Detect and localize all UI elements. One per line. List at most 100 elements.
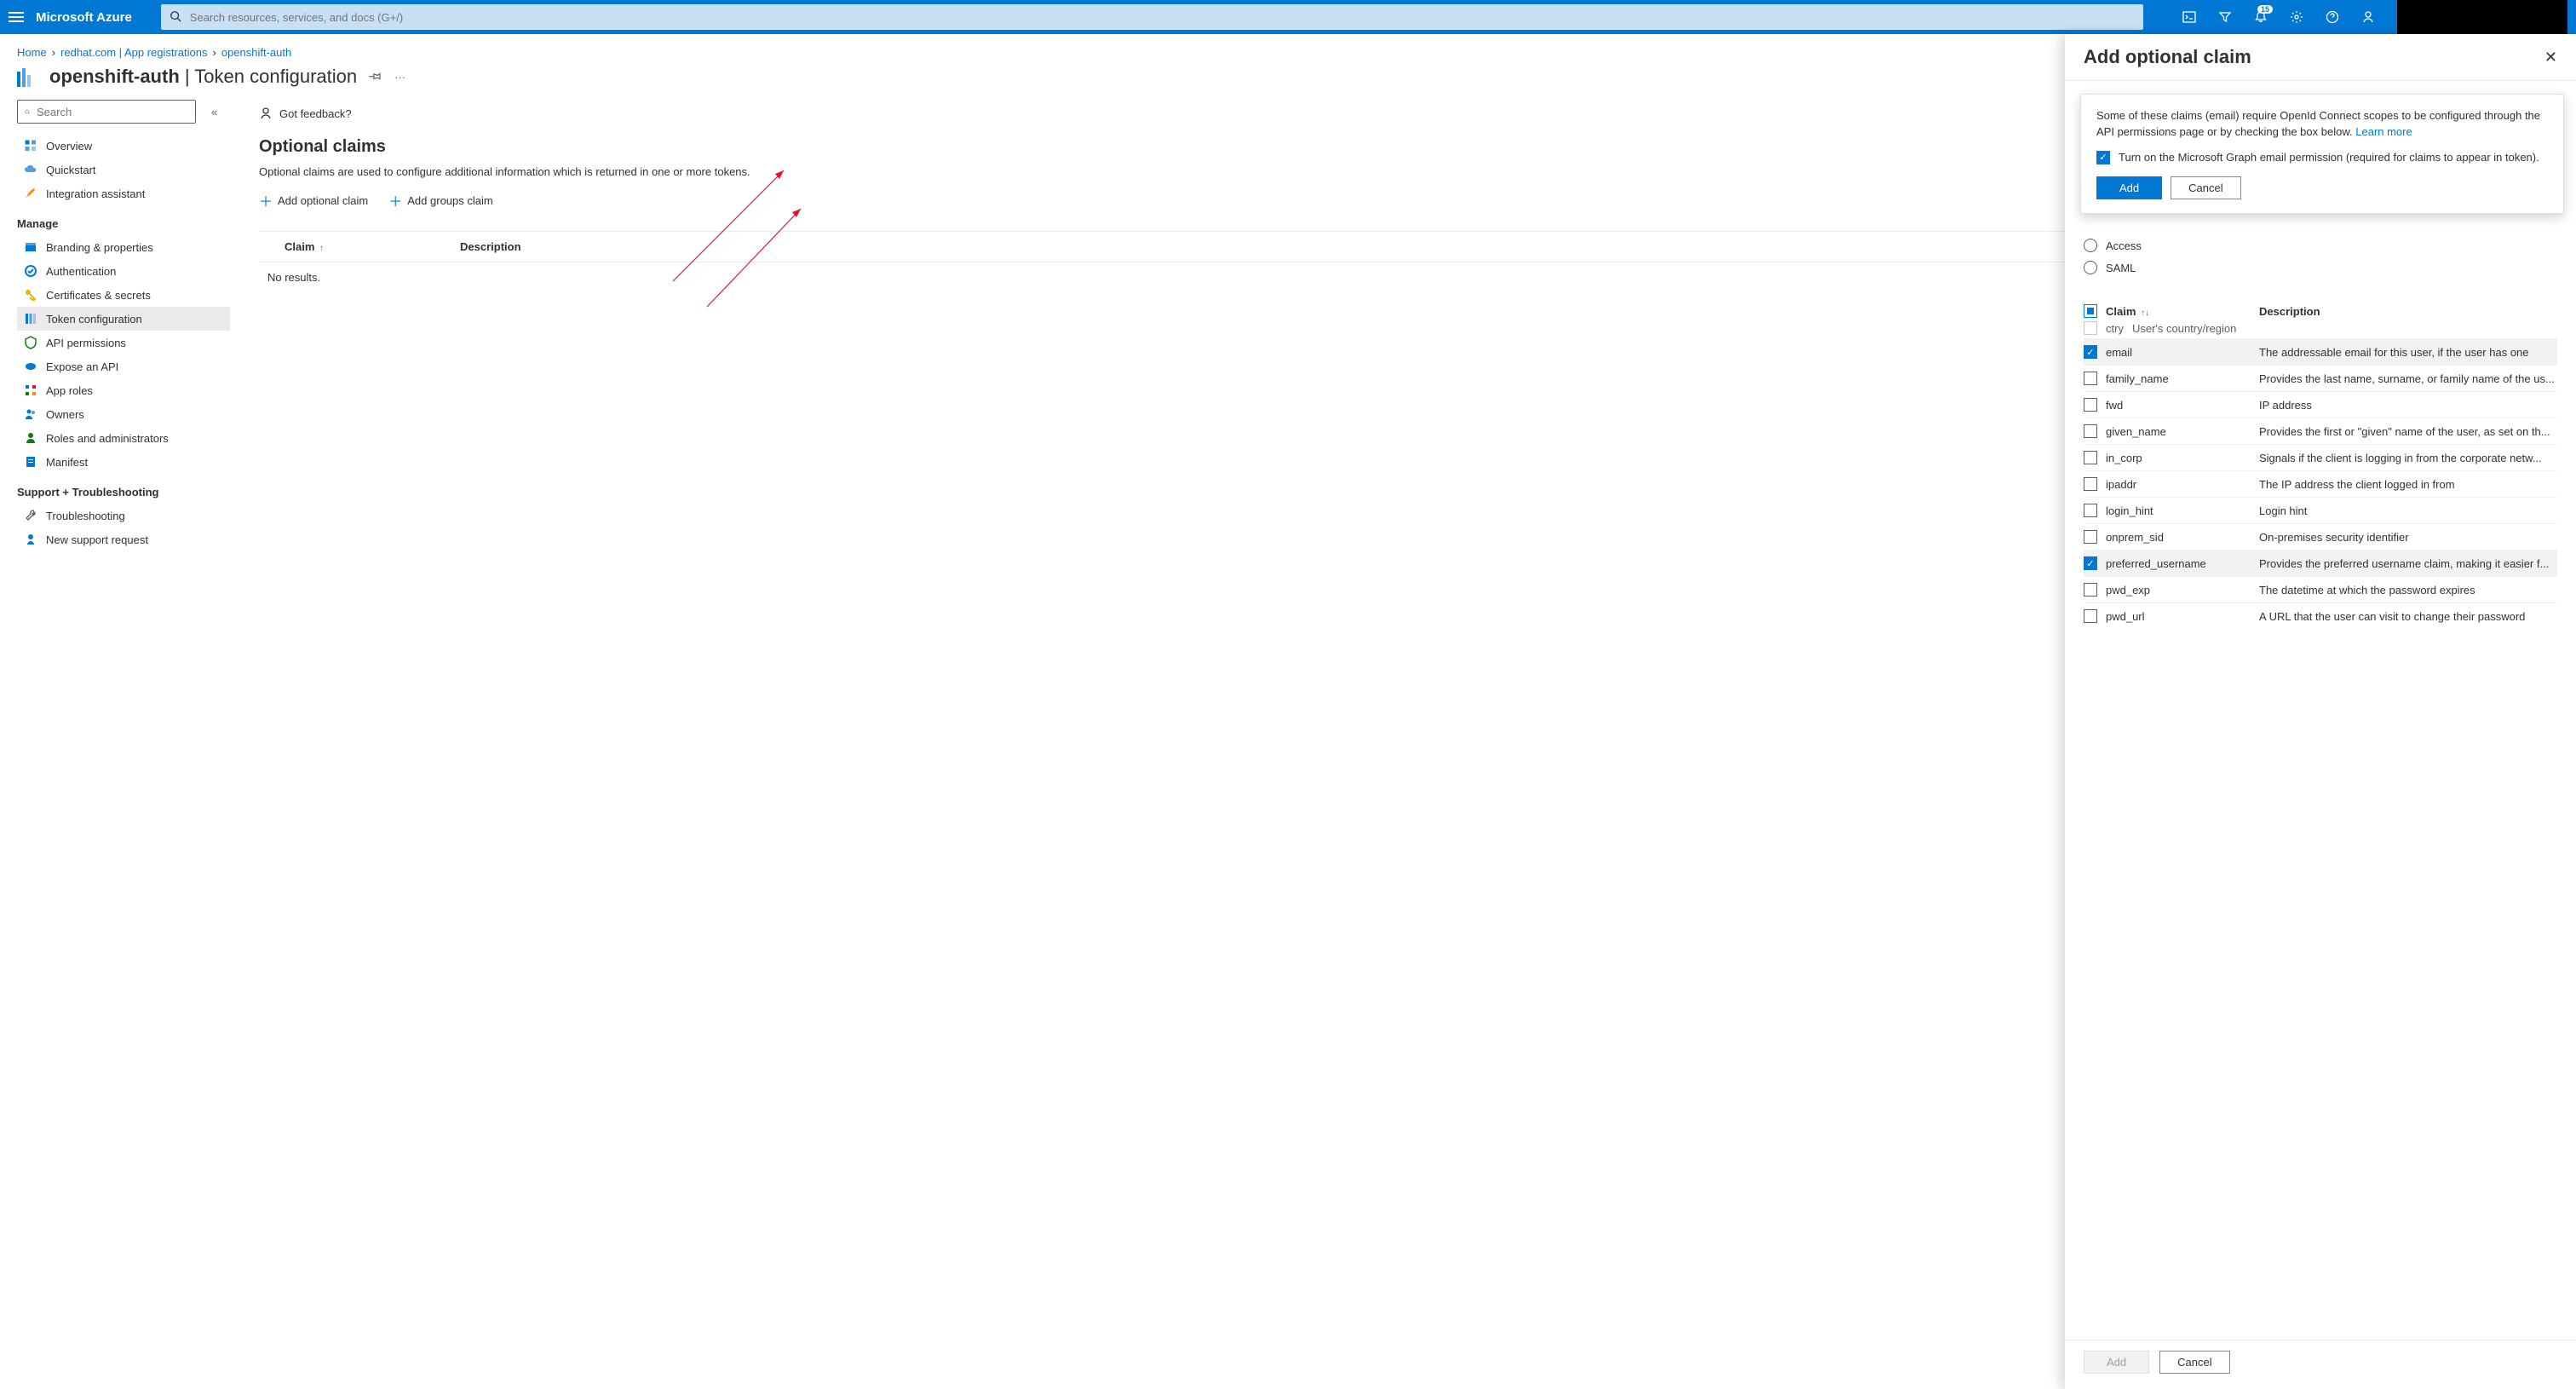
nav-overview[interactable]: Overview — [17, 134, 230, 158]
wrench-icon — [24, 509, 37, 522]
col-description[interactable]: Description — [2259, 305, 2320, 318]
sort-icon: ↑↓ — [2141, 308, 2149, 318]
col-description[interactable]: Description — [460, 240, 521, 253]
callout-cancel-button[interactable]: Cancel — [2171, 176, 2240, 199]
roles-icon — [24, 383, 37, 397]
claim-checkbox[interactable] — [2084, 424, 2097, 438]
claim-checkbox[interactable] — [2084, 583, 2097, 597]
add-groups-claim-button[interactable]: ＋Add groups claim — [388, 190, 492, 210]
footer-cancel-button[interactable]: Cancel — [2159, 1351, 2229, 1374]
claim-row[interactable]: ✓preferred_usernameProvides the preferre… — [2084, 550, 2557, 576]
select-all-checkbox[interactable] — [2084, 304, 2097, 318]
claim-desc: A URL that the user can visit to change … — [2259, 610, 2557, 623]
nav-section-manage: Manage — [17, 205, 230, 235]
nav-certificates[interactable]: Certificates & secrets — [17, 283, 230, 307]
owners-icon — [24, 407, 37, 421]
global-search-input[interactable] — [161, 4, 2143, 30]
sidebar-search[interactable] — [17, 100, 196, 124]
claim-desc: IP address — [2259, 399, 2557, 412]
nav-quickstart[interactable]: Quickstart — [17, 158, 230, 182]
claim-row[interactable]: pwd_urlA URL that the user can visit to … — [2084, 602, 2557, 629]
page-title: openshift-auth | Token configuration — [49, 66, 357, 88]
claim-checkbox[interactable] — [2084, 321, 2097, 335]
chevron-right-icon: › — [213, 46, 216, 59]
brand[interactable]: Microsoft Azure — [36, 10, 132, 25]
claim-row[interactable]: onprem_sidOn-premises security identifie… — [2084, 523, 2557, 550]
claim-desc: On-premises security identifier — [2259, 531, 2557, 544]
claim-checkbox[interactable] — [2084, 451, 2097, 464]
claim-row[interactable]: family_nameProvides the last name, surna… — [2084, 365, 2557, 391]
notifications-icon[interactable]: 15 — [2244, 0, 2278, 34]
got-feedback-button[interactable]: Got feedback? — [259, 107, 352, 120]
claim-name: in_corp — [2106, 452, 2251, 464]
help-icon[interactable] — [2315, 0, 2349, 34]
claim-desc: The addressable email for this user, if … — [2259, 346, 2557, 359]
claim-row[interactable]: login_hint Login hint — [2084, 497, 2557, 523]
nav-roles-admins[interactable]: Roles and administrators — [17, 426, 230, 450]
settings-icon[interactable] — [2280, 0, 2314, 34]
nav-api-permissions[interactable]: API permissions — [17, 331, 230, 354]
claim-checkbox[interactable] — [2084, 398, 2097, 412]
claim-checkbox[interactable] — [2084, 504, 2097, 517]
claim-name: family_name — [2106, 372, 2251, 385]
claim-row[interactable]: in_corpSignals if the client is logging … — [2084, 444, 2557, 470]
sidebar-search-input[interactable] — [35, 105, 188, 119]
panel-footer: Add Cancel — [2065, 1340, 2576, 1389]
callout-add-button[interactable]: Add — [2096, 176, 2162, 199]
claim-checkbox[interactable] — [2084, 609, 2097, 623]
feedback-icon[interactable] — [2351, 0, 2385, 34]
menu-icon[interactable] — [9, 12, 24, 22]
nav-expose-api[interactable]: Expose an API — [17, 354, 230, 378]
claim-name: given_name — [2106, 425, 2251, 438]
nav-manifest[interactable]: Manifest — [17, 450, 230, 474]
token-type-saml[interactable]: SAML — [2084, 256, 2557, 279]
claim-checkbox[interactable] — [2084, 372, 2097, 385]
col-claim[interactable]: Claim ↑ — [285, 240, 324, 253]
claim-row[interactable]: ✓ email The addressable email for this use… — [2084, 338, 2557, 365]
nav-app-roles[interactable]: App roles — [17, 378, 230, 402]
crumb-current[interactable]: openshift-auth — [221, 46, 291, 59]
claim-checkbox[interactable]: ✓ — [2084, 556, 2097, 570]
collapse-icon[interactable]: « — [211, 106, 217, 118]
token-icon — [24, 312, 37, 326]
claim-checkbox[interactable] — [2084, 477, 2097, 491]
claim-checkbox[interactable] — [2084, 530, 2097, 544]
claim-row[interactable]: fwdIP address — [2084, 391, 2557, 418]
nav-authentication[interactable]: Authentication — [17, 259, 230, 283]
col-claim[interactable]: Claim ↑↓ — [2106, 305, 2251, 318]
nav-new-support-request[interactable]: New support request — [17, 527, 230, 551]
api-icon — [24, 336, 37, 349]
claims-list: ctryUser's country/region ✓ email The addre… — [2084, 321, 2557, 629]
nav-branding[interactable]: Branding & properties — [17, 235, 230, 259]
claim-row[interactable]: given_nameProvides the first or "given" … — [2084, 418, 2557, 444]
cloud-shell-icon[interactable] — [2172, 0, 2206, 34]
claim-desc: Login hint — [2259, 504, 2557, 517]
claim-name: login_hint — [2106, 504, 2251, 517]
claim-row[interactable]: pwd_expThe datetime at which the passwor… — [2084, 576, 2557, 602]
nav-integration[interactable]: Integration assistant — [17, 182, 230, 205]
claim-checkbox[interactable]: ✓ — [2084, 345, 2097, 359]
panel-body: Access SAML Claim ↑↓ Description ctryUse… — [2065, 81, 2576, 1340]
add-optional-claim-button[interactable]: ＋Add optional claim — [259, 190, 368, 210]
close-icon[interactable]: ✕ — [2544, 49, 2557, 66]
claim-row[interactable]: ctryUser's country/region — [2084, 321, 2557, 338]
nav-token-configuration[interactable]: Token configuration — [17, 307, 230, 331]
filter-icon[interactable] — [2208, 0, 2242, 34]
more-icon[interactable]: ··· — [394, 71, 405, 84]
graph-permission-checkbox[interactable]: ✓ — [2096, 151, 2110, 164]
claim-row[interactable]: ipaddrThe IP address the client logged i… — [2084, 470, 2557, 497]
manifest-icon — [24, 455, 37, 469]
footer-add-button[interactable]: Add — [2084, 1351, 2149, 1374]
plus-icon: ＋ — [259, 190, 273, 210]
topbar: Microsoft Azure 15 — [0, 0, 2576, 34]
claim-name: email — [2106, 346, 2251, 359]
learn-more-link[interactable]: Learn more — [2355, 125, 2412, 138]
nav-owners[interactable]: Owners — [17, 402, 230, 426]
user-account[interactable] — [2397, 0, 2567, 34]
search-icon — [25, 107, 30, 118]
token-type-access[interactable]: Access — [2084, 234, 2557, 256]
crumb-app-registrations[interactable]: redhat.com | App registrations — [60, 46, 207, 59]
pin-icon[interactable] — [369, 69, 382, 85]
nav-troubleshooting[interactable]: Troubleshooting — [17, 504, 230, 527]
crumb-home[interactable]: Home — [17, 46, 47, 59]
